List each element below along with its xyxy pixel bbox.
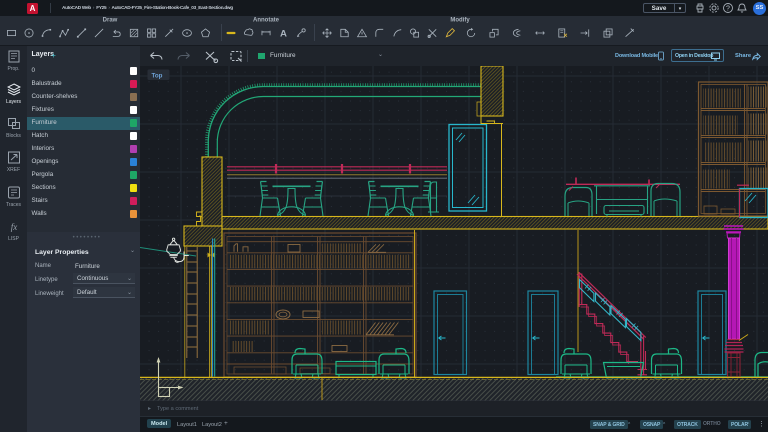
svg-text:?: ? xyxy=(726,6,730,13)
svg-text:Draw: Draw xyxy=(103,18,118,24)
svg-text:Modify: Modify xyxy=(450,18,470,24)
svg-text:A: A xyxy=(280,29,287,40)
svg-text:Annotate: Annotate xyxy=(253,18,280,24)
svg-text:Top: Top xyxy=(152,72,163,79)
svg-text:fx: fx xyxy=(10,222,17,232)
